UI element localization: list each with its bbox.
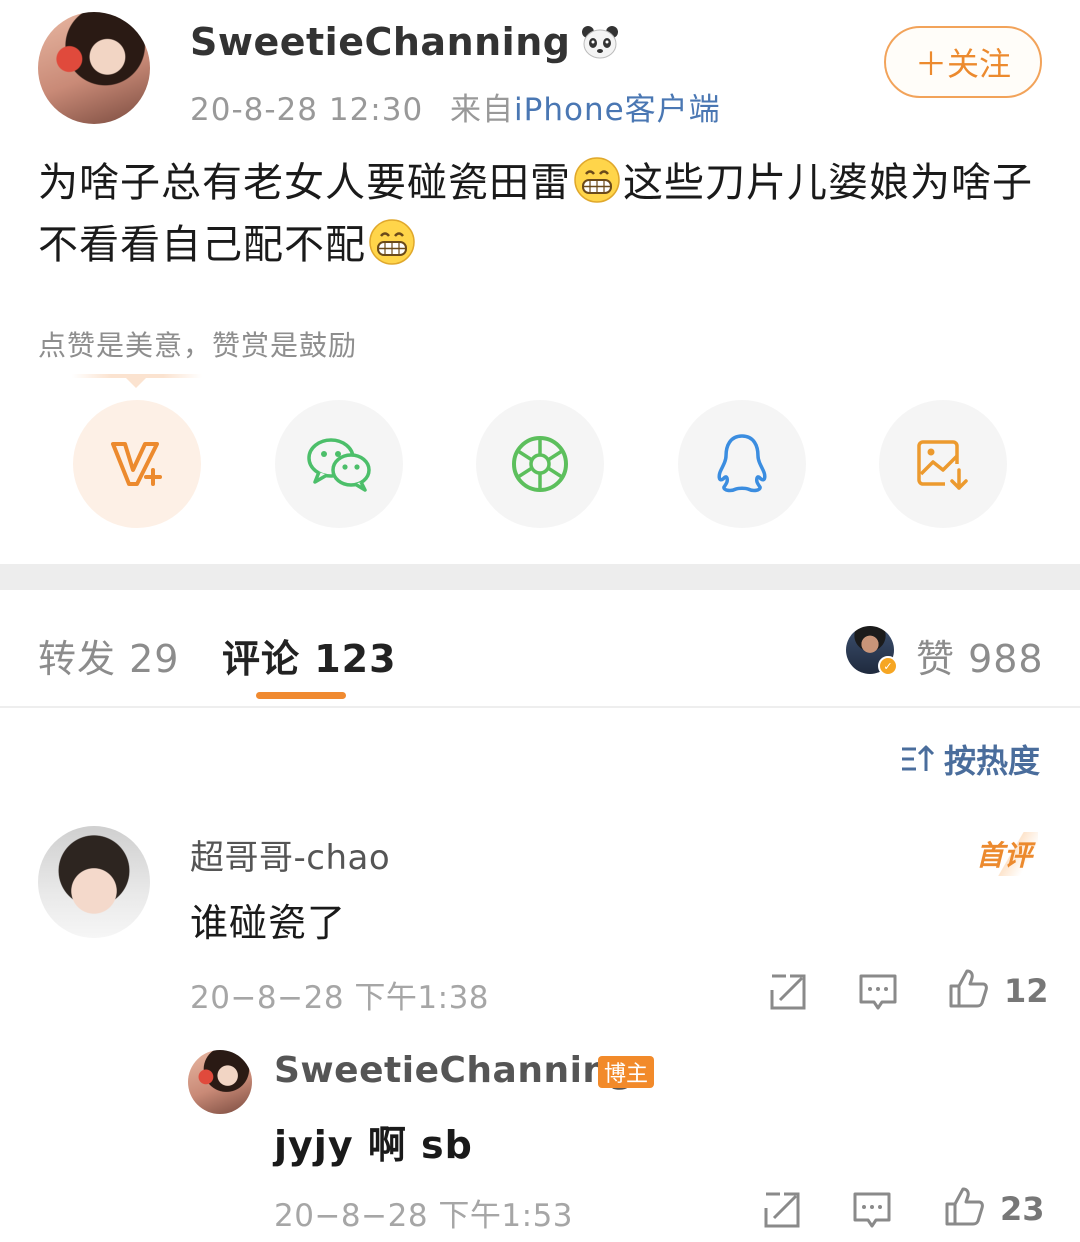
like-count: 12: [1004, 972, 1049, 1010]
tab-comment[interactable]: 评论 123: [222, 628, 397, 683]
share-save-image-button[interactable]: [879, 400, 1007, 528]
follow-button[interactable]: ＋关注: [884, 26, 1042, 98]
source-prefix: 来自: [450, 92, 515, 128]
panda-icon: [582, 26, 619, 59]
post-date: 20-8-28 12:30: [190, 92, 424, 128]
comment-time: 20−8−28 下午1:38: [190, 980, 490, 1016]
sort-icon: [902, 745, 935, 771]
verified-icon: ✓: [878, 656, 898, 676]
reward-hint: 点赞是美意，赞赏是鼓励: [38, 329, 358, 362]
sort-button[interactable]: 按热度: [900, 736, 1040, 782]
moments-icon: [512, 436, 568, 492]
share-wechat-button[interactable]: [275, 400, 403, 528]
author-badge: 博主: [598, 1056, 655, 1088]
sort-label: 按热度: [944, 742, 1041, 780]
hint-caret: [124, 376, 148, 388]
wechat-icon: [307, 438, 371, 492]
share-moments-button[interactable]: [476, 400, 604, 528]
share-qq-button[interactable]: [678, 400, 806, 528]
tab-likes[interactable]: 赞 988: [916, 628, 1044, 683]
repost-icon[interactable]: [768, 972, 808, 1012]
like-icon[interactable]: [948, 968, 988, 1008]
share-v-plus-button[interactable]: [73, 400, 201, 528]
author-avatar[interactable]: [38, 12, 150, 124]
first-comment-badge: 首评: [974, 832, 1039, 876]
tabs-divider: [0, 706, 1080, 708]
save-image-icon: [917, 440, 968, 490]
author-name-row[interactable]: SweetieChanning: [190, 20, 620, 64]
post-source[interactable]: iPhone客户端: [514, 92, 721, 128]
reply-text: jyjy 啊 sb: [274, 1123, 473, 1167]
comment-icon[interactable]: [858, 972, 898, 1012]
v-plus-icon: [111, 442, 162, 486]
repost-icon[interactable]: [762, 1190, 802, 1230]
comment-icon[interactable]: [852, 1190, 892, 1230]
post-text: 为啥子总有老女人要碰瓷田雷 这些刀片儿婆娘为啥子不看看自己配不配: [38, 152, 1048, 276]
section-separator: [0, 564, 1080, 590]
author-name[interactable]: SweetieChanning: [190, 20, 570, 64]
tab-repost[interactable]: 转发 29: [38, 628, 179, 683]
commenter-name[interactable]: 超哥哥-chao: [190, 830, 390, 879]
grinning-face-icon: [369, 219, 415, 265]
comment-text: 谁碰瓷了: [190, 901, 347, 945]
commenter-avatar[interactable]: [38, 826, 150, 938]
active-tab-indicator: [256, 692, 346, 699]
grinning-face-icon: [574, 157, 620, 203]
reply-author-avatar[interactable]: [188, 1050, 252, 1114]
reply-time: 20−8−28 下午1:53: [274, 1198, 574, 1234]
qq-icon: [717, 434, 767, 493]
post-text-part-1: 为啥子总有老女人要碰瓷田雷: [38, 160, 571, 206]
like-count: 23: [1000, 1190, 1045, 1228]
post-meta: 20-8-28 12:30 来自iPhone客户端: [190, 84, 721, 129]
reply-author-name[interactable]: SweetieChanning: [274, 1050, 635, 1091]
like-icon[interactable]: [944, 1186, 984, 1226]
